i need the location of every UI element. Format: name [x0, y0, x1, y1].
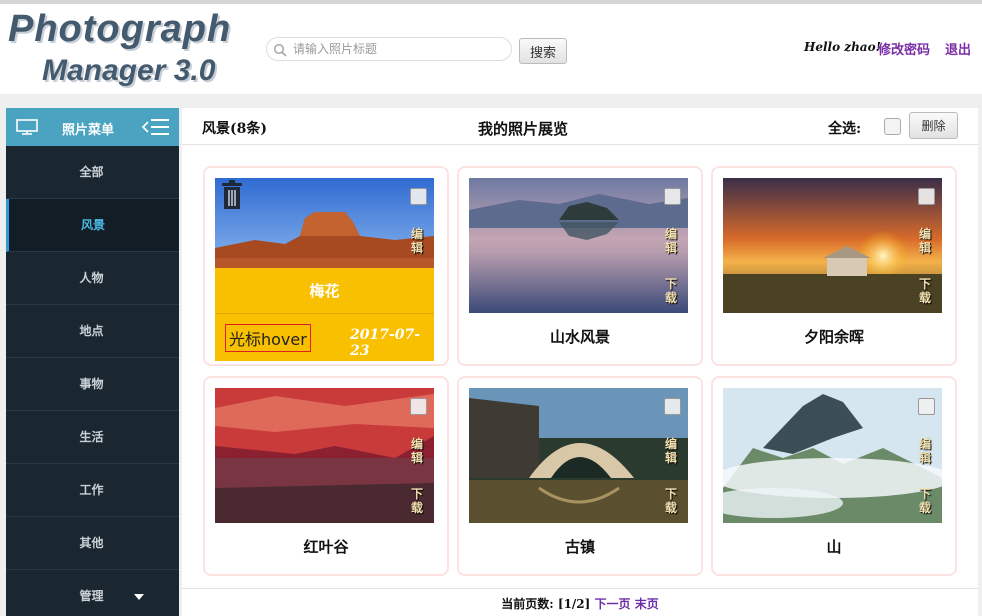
greeting: Hello zhao!	[804, 40, 881, 54]
pagination: 当前页数: [1/2] 下一页 末页	[182, 588, 978, 616]
sidebar-item-all[interactable]: 全部	[6, 146, 179, 199]
photo-checkbox[interactable]	[664, 398, 681, 415]
search-box	[266, 37, 512, 61]
logout-link[interactable]: 退出	[945, 39, 971, 58]
page-title: 我的照片展览	[478, 120, 569, 138]
sidebar-title: 照片菜单	[62, 123, 115, 138]
photo-title: 红叶谷	[303, 538, 349, 556]
last-page-link[interactable]: 末页	[635, 597, 659, 611]
photo-title: 山水风景	[549, 328, 610, 346]
sidebar-item-manage-label: 管理	[79, 589, 104, 603]
search-button[interactable]: 搜索	[519, 38, 567, 64]
menu-toggle-icon[interactable]	[142, 117, 170, 137]
photo-title: 梅花	[309, 282, 340, 300]
photo-thumbnail[interactable]	[469, 388, 688, 523]
select-all-checkbox[interactable]	[884, 118, 901, 135]
download-button[interactable]: 下载	[410, 487, 424, 515]
photo-thumbnail[interactable]	[723, 388, 942, 523]
download-button[interactable]: 下载	[664, 277, 678, 305]
download-button[interactable]: 下载	[918, 487, 932, 515]
photo-title: 古镇	[564, 538, 595, 556]
photo-date: 2017-07-23	[350, 327, 421, 359]
photo-thumbnail[interactable]	[469, 178, 688, 313]
photo-card[interactable]: 编辑 下载 山水风景	[457, 166, 703, 366]
divider	[182, 144, 978, 145]
photo-card[interactable]: 编辑 下载 山	[711, 376, 957, 576]
sidebar-header: 照片菜单	[6, 108, 179, 146]
download-button[interactable]: 下载	[918, 277, 932, 305]
photo-checkbox[interactable]	[410, 398, 427, 415]
photo-checkbox[interactable]	[410, 188, 427, 205]
main-panel: 风景(8条) 我的照片展览 全选: 删除 编辑 梅花 光标hover 2017-…	[182, 108, 978, 616]
sidebar-item-things[interactable]: 事物	[6, 358, 179, 411]
edit-button[interactable]: 编辑	[664, 227, 678, 255]
change-password-link[interactable]: 修改密码	[878, 39, 930, 58]
download-button[interactable]: 下载	[664, 487, 678, 515]
photo-card[interactable]: 编辑 梅花 光标hover 2017-07-23	[203, 166, 449, 366]
caret-down-icon	[134, 594, 144, 600]
current-page-value: [1/2]	[557, 597, 591, 611]
sidebar-item-scenery[interactable]: 风景	[6, 199, 179, 252]
sidebar-item-people[interactable]: 人物	[6, 252, 179, 305]
sidebar-item-life[interactable]: 生活	[6, 411, 179, 464]
sidebar-item-places[interactable]: 地点	[6, 305, 179, 358]
search-icon	[273, 43, 287, 57]
sidebar-item-work[interactable]: 工作	[6, 464, 179, 517]
trash-icon[interactable]	[221, 180, 243, 210]
photo-title: 山	[826, 538, 842, 556]
monitor-icon	[16, 119, 38, 135]
photo-title: 夕阳余晖	[803, 328, 864, 346]
hover-overlay: 梅花 光标hover 2017-07-23	[215, 268, 434, 361]
select-all-label: 全选:	[828, 121, 862, 137]
edit-button[interactable]: 编辑	[410, 227, 424, 255]
edit-button[interactable]: 编辑	[410, 437, 424, 465]
edit-button[interactable]: 编辑	[664, 437, 678, 465]
edit-button[interactable]: 编辑	[918, 227, 932, 255]
photo-thumbnail[interactable]	[215, 388, 434, 523]
current-page-label: 当前页数:	[501, 597, 554, 611]
photo-card[interactable]: 编辑 下载 古镇	[457, 376, 703, 576]
photo-checkbox[interactable]	[664, 188, 681, 205]
sidebar-item-other[interactable]: 其他	[6, 517, 179, 570]
photo-card[interactable]: 编辑 下载 夕阳余晖	[711, 166, 957, 366]
hover-annotation: 光标hover	[225, 324, 311, 352]
photo-checkbox[interactable]	[918, 188, 935, 205]
next-page-link[interactable]: 下一页	[595, 597, 631, 611]
photo-thumbnail[interactable]	[723, 178, 942, 313]
search-input[interactable]	[293, 40, 503, 58]
delete-button[interactable]: 删除	[909, 112, 958, 139]
header: Photograph Manager 3.0 搜索 Hello zhao! 修改…	[0, 4, 982, 94]
edit-button[interactable]: 编辑	[918, 437, 932, 465]
logo-line-1: Photograph	[8, 8, 232, 50]
photo-checkbox[interactable]	[918, 398, 935, 415]
category-title: 风景(8条)	[202, 121, 267, 137]
sidebar-item-manage[interactable]: 管理	[6, 570, 179, 616]
photo-card[interactable]: 编辑 下载 红叶谷	[203, 376, 449, 576]
logo-line-2: Manager 3.0	[42, 54, 216, 87]
hover-divider	[215, 313, 434, 314]
sidebar: 照片菜单 全部 风景 人物 地点 事物 生活 工作 其他 管理	[6, 108, 179, 616]
